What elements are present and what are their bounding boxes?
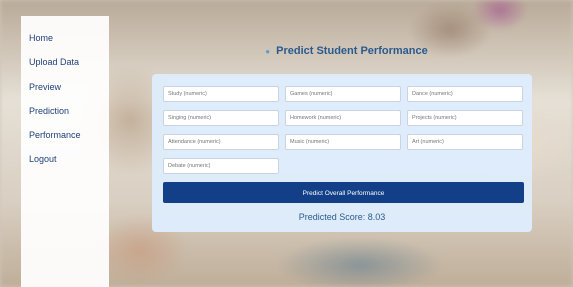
page-title: ● Predict Student Performance [120, 45, 573, 57]
homework-input[interactable] [285, 110, 401, 126]
music-input[interactable] [285, 134, 401, 150]
sidebar-item-performance[interactable]: Performance [29, 130, 81, 140]
debate-input[interactable] [163, 158, 279, 174]
singing-input[interactable] [163, 110, 279, 126]
sidebar-item-prediction[interactable]: Prediction [29, 106, 69, 116]
study-input[interactable] [163, 86, 279, 102]
projects-input[interactable] [407, 110, 523, 126]
art-input[interactable] [407, 134, 523, 150]
page-title-text: Predict Student Performance [276, 45, 428, 57]
dance-input[interactable] [407, 86, 523, 102]
predicted-score: Predicted Score: 8.03 [298, 212, 386, 222]
attendance-input[interactable] [163, 134, 279, 150]
prediction-form: Predict Overall Performance Predicted Sc… [152, 74, 532, 232]
games-input[interactable] [285, 86, 401, 102]
sidebar-item-upload-data[interactable]: Upload Data [29, 57, 79, 67]
sidebar-item-logout[interactable]: Logout [29, 154, 57, 164]
sidebar-item-home[interactable]: Home [29, 33, 53, 43]
sidebar: Home Upload Data Preview Prediction Perf… [21, 16, 109, 287]
sidebar-item-preview[interactable]: Preview [29, 82, 61, 92]
predict-button[interactable]: Predict Overall Performance [163, 182, 524, 203]
bullet-icon: ● [265, 46, 271, 56]
